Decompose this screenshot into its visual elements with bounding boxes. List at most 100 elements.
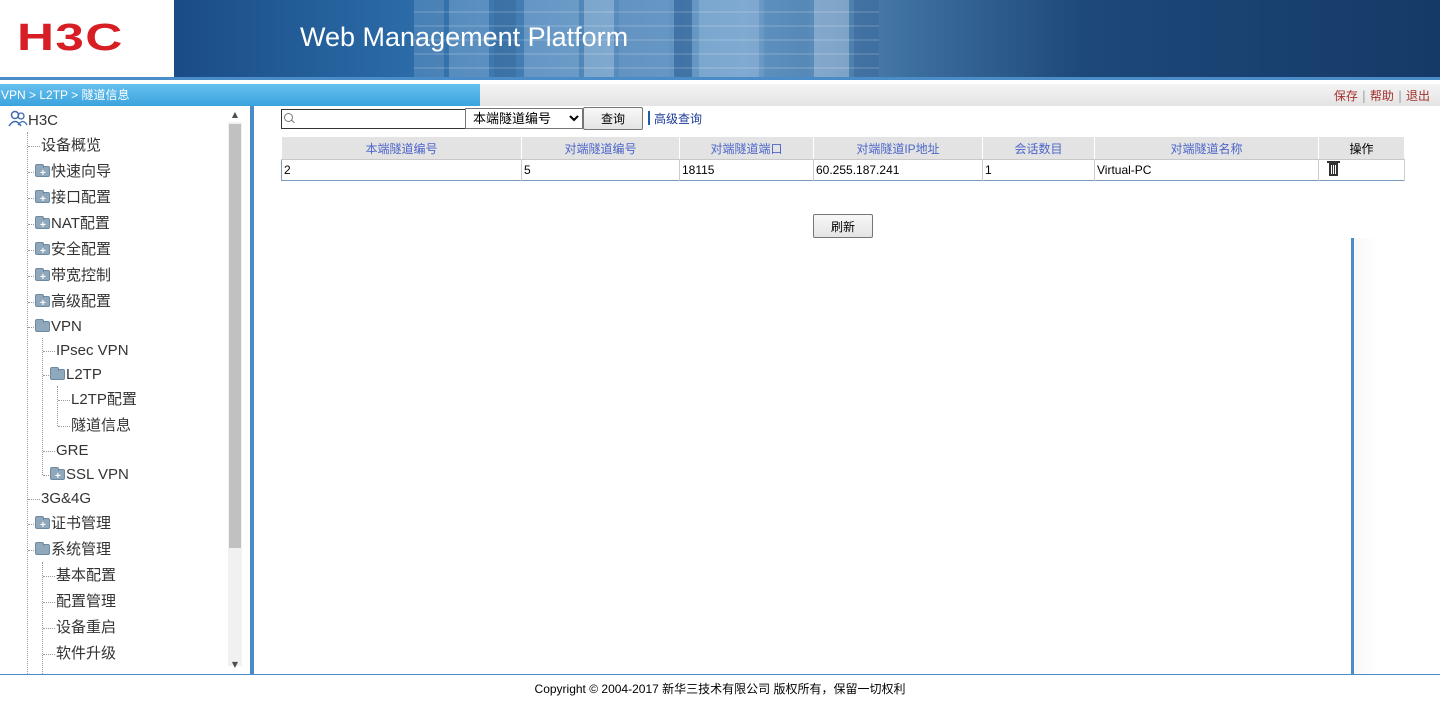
folder-open-icon [35,542,50,555]
nav-l2tp[interactable]: L2TP [50,364,102,386]
nav-3g-4g[interactable]: 3G&4G [41,488,91,510]
nav-label: 系统管理 [51,541,112,558]
tree-line [43,451,55,452]
nav-l2tp-config[interactable]: L2TP配置 [71,389,137,411]
separator: | [1397,89,1402,103]
content-frame-edge [1351,238,1377,674]
table-row: 2 5 18115 60.255.187.241 1 Virtual-PC [281,159,1405,181]
logout-link[interactable]: 退出 [1406,89,1430,103]
nav-label: 隧道信息 [71,417,132,434]
tree-line [28,327,34,328]
nav-security-config[interactable]: 安全配置 [35,239,111,263]
refresh-button[interactable]: 刷新 [813,214,873,238]
main-content: 本端隧道编号 查询 高级查询 本端隧道编号 对端隧道编号 对端隧道端口 对端隧道… [254,106,1440,674]
nav-cert-management[interactable]: 证书管理 [35,513,111,537]
tree-line [58,400,70,401]
nav-software-upgrade[interactable]: 软件升级 [56,643,116,665]
tree-line [42,562,43,674]
save-link[interactable]: 保存 [1334,89,1358,103]
search-input[interactable] [281,109,466,129]
nav-device-restart[interactable]: 设备重启 [56,617,116,639]
nav-label: 基本配置 [56,567,117,584]
nav-label: 高级配置 [51,293,112,310]
nav-vpn[interactable]: VPN [35,316,82,338]
footer-copyright: Copyright © 2004-2017 新华三技术有限公司 版权所有，保留一… [0,674,1440,701]
tree-line [28,146,40,147]
tree-line [42,338,43,475]
cell-operation [1318,159,1405,181]
tree-root-h3c[interactable]: H3C [8,110,58,132]
tree-line [43,475,49,476]
nav-label: L2TP [66,366,102,383]
nav-label: 快速向导 [51,163,112,180]
tree-line [28,198,34,199]
nav-label: GRE [56,442,89,459]
folder-icon [50,466,65,488]
col-header-peer-tunnel-port[interactable]: 对端隧道端口 [679,136,814,160]
nav-label: SSL VPN [66,466,129,483]
tree-line [57,386,58,426]
separator: | [1361,89,1366,103]
nav-advanced-config[interactable]: 高级配置 [35,291,112,315]
sidebar-scrollbar-thumb[interactable] [229,124,241,548]
tree-line [58,426,70,427]
nav-config-management[interactable]: 配置管理 [56,591,116,613]
nav-basic-config[interactable]: 基本配置 [56,565,116,587]
col-header-peer-tunnel-id[interactable]: 对端隧道编号 [521,136,680,160]
tree-line [28,250,34,251]
tree-line [43,576,55,577]
tree-line [28,550,34,551]
tree-line [28,499,40,500]
cell-peer-tunnel-ip: 60.255.187.241 [813,159,983,181]
nav-tree: H3C 设备概览 快速向导 接口配置 NAT配置 安全配置 带宽控制 高级配置 … [0,106,226,674]
nav-interface-config[interactable]: 接口配置 [35,187,111,211]
tree-root-label: H3C [28,112,59,129]
folder-icon [35,215,50,237]
tree-line [28,302,34,303]
top-links: 保存 | 帮助 | 退出 [1334,84,1430,108]
col-header-session-count[interactable]: 会话数目 [982,136,1095,160]
nav-quick-wizard[interactable]: 快速向导 [35,161,112,185]
col-header-peer-tunnel-ip[interactable]: 对端隧道IP地址 [813,136,983,160]
folder-icon [35,515,50,537]
help-link[interactable]: 帮助 [1370,89,1394,103]
cell-local-tunnel-id: 2 [281,159,522,181]
nav-ipsec-vpn[interactable]: IPsec VPN [56,340,129,362]
nav-label: 设备重启 [56,619,117,636]
tree-line [28,172,34,173]
nav-bandwidth-control[interactable]: 带宽控制 [35,265,111,289]
nav-nat-config[interactable]: NAT配置 [35,213,110,237]
advanced-query-marker [648,111,650,125]
logo-area: H3C [0,0,174,80]
folder-open-icon [35,319,50,332]
scroll-up-arrow-icon[interactable]: ▲ [228,108,242,122]
col-header-peer-tunnel-name[interactable]: 对端隧道名称 [1094,136,1319,160]
cell-peer-tunnel-name: Virtual-PC [1094,159,1319,181]
folder-icon [35,267,50,289]
scroll-down-arrow-icon[interactable]: ▼ [228,658,242,672]
tree-line [43,628,55,629]
cell-session-count: 1 [982,159,1095,181]
col-header-operation: 操作 [1318,136,1405,160]
nav-device-overview[interactable]: 设备概览 [41,135,101,157]
header: H3C Web Management Platform [0,0,1440,80]
nav-label: 3G&4G [41,490,92,507]
folder-icon [35,189,50,211]
col-header-local-tunnel-id[interactable]: 本端隧道编号 [281,136,522,160]
advanced-query-link[interactable]: 高级查询 [654,110,702,127]
nav-label: 软件升级 [56,645,117,662]
folder-icon [35,163,50,185]
header-banner: Web Management Platform [174,0,1440,77]
nav-system-management[interactable]: 系统管理 [35,539,111,561]
breadcrumb: VPN > L2TP > 隧道信息 [0,84,480,106]
nav-tunnel-info[interactable]: 隧道信息 [71,415,131,437]
tree-line [43,654,55,655]
query-button[interactable]: 查询 [583,107,643,130]
nav-gre[interactable]: GRE [56,440,89,462]
nav-label: 配置管理 [56,593,117,610]
tree-line [43,351,55,352]
search-field-select[interactable]: 本端隧道编号 [465,108,583,129]
tunnel-info-table: 本端隧道编号 对端隧道编号 对端隧道端口 对端隧道IP地址 会话数目 对端隧道名… [281,136,1405,181]
delete-trash-icon[interactable] [1327,161,1340,176]
nav-ssl-vpn[interactable]: SSL VPN [50,464,129,488]
